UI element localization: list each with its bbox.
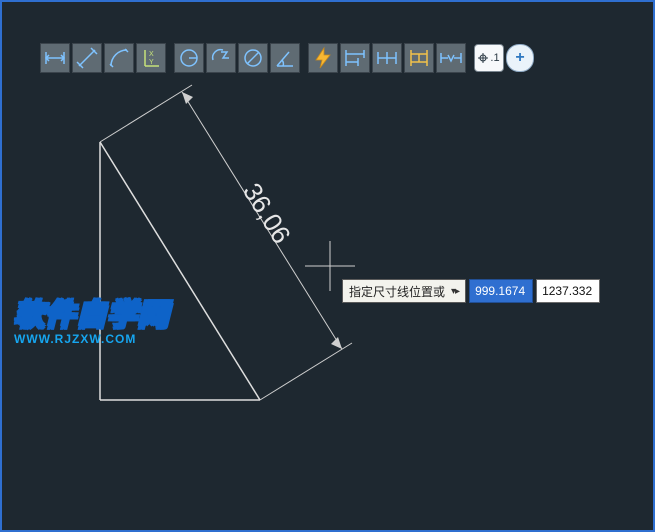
dynamic-prompt-text: 指定尺寸线位置或 [349, 283, 445, 300]
dim-linear-button[interactable] [40, 43, 70, 73]
drawing-area[interactable] [0, 0, 655, 532]
dim-break-button[interactable] [436, 43, 466, 73]
dim-aligned-button[interactable] [72, 43, 102, 73]
svg-text:X: X [149, 51, 154, 58]
dim-continue-button[interactable] [372, 43, 402, 73]
dynamic-prompt: 指定尺寸线位置或 ▾▸ [342, 279, 466, 303]
plus-icon: + [515, 49, 524, 67]
add-style-button[interactable]: + [506, 44, 534, 72]
dim-radius-button[interactable] [174, 43, 204, 73]
decimal-precision-label: .1 [490, 52, 499, 64]
svg-text:Y: Y [149, 59, 154, 66]
dim-arc-button[interactable] [104, 43, 134, 73]
dynamic-input-x[interactable]: 999.1674 [469, 279, 533, 303]
dynamic-input-y[interactable]: 1237.332 [536, 279, 600, 303]
target-icon [478, 53, 488, 63]
dim-quick-button[interactable] [308, 43, 338, 73]
dim-baseline-button[interactable] [340, 43, 370, 73]
dim-space-button[interactable] [404, 43, 434, 73]
dim-ordinate-button[interactable]: X Y [136, 43, 166, 73]
context-menu-icon[interactable]: ▾▸ [451, 286, 459, 297]
dynamic-input: 指定尺寸线位置或 ▾▸ 999.1674 1237.332 [342, 279, 600, 303]
dim-diameter-button[interactable] [238, 43, 268, 73]
dim-jogged-button[interactable] [206, 43, 236, 73]
decimal-precision-button[interactable]: .1 [474, 44, 504, 72]
dimension-toolbar: X Y [40, 42, 534, 74]
dim-angular-button[interactable] [270, 43, 300, 73]
